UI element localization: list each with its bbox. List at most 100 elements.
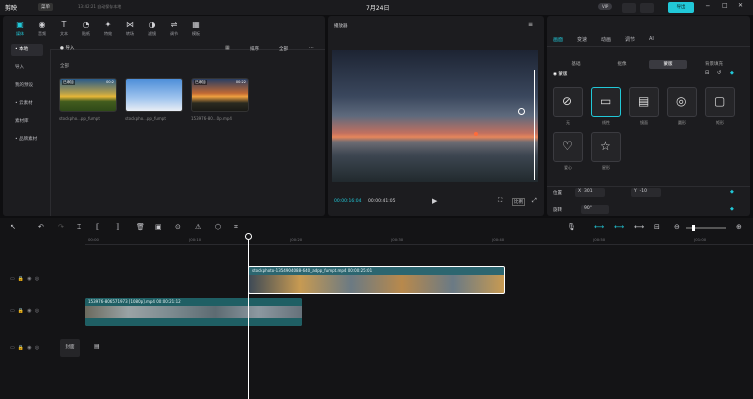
media-thumb-1[interactable]: 已添加 00:2 <box>59 78 117 112</box>
player-panel: 播放器 ≡ 00:00:16:04 00:00:41:05 ▶ ⛶ 比例 ⤢ <box>328 16 544 216</box>
undo-icon[interactable]: ↶ <box>38 223 44 231</box>
link-main-icon[interactable]: ⟷ <box>594 223 604 231</box>
track2-controls[interactable]: ▭ 🔒 ◉ ◎ <box>10 308 39 314</box>
minimize-icon[interactable]: ─ <box>706 3 710 10</box>
y-field[interactable]: Y -10 <box>631 188 661 197</box>
tool-3[interactable]: ◔ 贴纸 <box>75 19 97 45</box>
feedback-icon[interactable] <box>622 3 636 13</box>
play-button[interactable]: ▶ <box>432 197 437 205</box>
mask-option-6[interactable]: ☆ <box>591 132 621 162</box>
sidebar-item-5[interactable]: • 品牌素材 <box>11 134 43 146</box>
reverse-icon[interactable]: ⊙ <box>175 223 181 231</box>
delete-icon[interactable]: 🗑 <box>136 223 145 231</box>
mask-option-4[interactable]: ▢ <box>705 87 735 117</box>
zoom-out-icon[interactable]: ⊖ <box>674 223 680 231</box>
media-thumb-3[interactable]: 已添加 00:22 <box>191 78 249 112</box>
prop-tab-0[interactable]: 画面 <box>553 36 563 43</box>
keyframe-icon[interactable]: ◆ <box>730 70 734 76</box>
sort-button[interactable]: 排序 <box>250 46 259 52</box>
split-icon[interactable]: ⌶ <box>77 223 81 232</box>
trim-right-icon[interactable]: ⟧ <box>116 223 119 231</box>
x-field[interactable]: X 301 <box>575 188 605 197</box>
mask-option-2[interactable]: ▤ <box>629 87 659 117</box>
rotation-field[interactable]: 90° <box>581 205 609 214</box>
export-button[interactable]: 导出 <box>668 2 694 13</box>
sidebar-item-3[interactable]: • 云素材 <box>11 98 43 110</box>
sidebar-item-4[interactable]: 素材库 <box>11 116 43 128</box>
freeze-icon[interactable]: ▣ <box>155 223 162 231</box>
mask-option-3[interactable]: ◎ <box>667 87 697 117</box>
tool-4[interactable]: ✦ 特效 <box>97 19 119 45</box>
video-preview[interactable] <box>332 50 538 182</box>
tool-6[interactable]: ◑ 滤镜 <box>141 19 163 45</box>
crop-icon[interactable]: ⌗ <box>234 223 238 232</box>
fit-icon[interactable]: ⛶ <box>498 197 502 205</box>
playhead-handle[interactable] <box>245 233 252 240</box>
mask-option-5[interactable]: ♡ <box>553 132 583 162</box>
close-icon[interactable]: ✕ <box>738 2 743 9</box>
rotate-icon[interactable]: ⬡ <box>215 223 221 231</box>
fullscreen-icon[interactable]: ⤢ <box>532 197 537 205</box>
rotate-handle-icon[interactable] <box>518 108 525 115</box>
prop-subtab-3[interactable]: 背景填充 <box>695 60 733 69</box>
tool-label: 贴纸 <box>82 31 90 36</box>
prop-subtab-0[interactable]: 基础 <box>557 60 595 69</box>
rotation-keyframe-icon[interactable]: ◆ <box>730 206 734 212</box>
clip-main[interactable]: 153976-806571973 [1080p].mp4 00:00:21:12 <box>85 298 302 326</box>
sidebar-item-1[interactable]: 导入 <box>11 62 43 74</box>
filter-button[interactable]: 全部 <box>279 46 288 52</box>
tool-7[interactable]: ⇌ 调节 <box>163 19 185 45</box>
more-icon[interactable]: ⋯ <box>309 45 314 51</box>
prop-subtab-2[interactable]: 蒙版 <box>649 60 687 69</box>
mask-option-1[interactable]: ▭ <box>591 87 621 117</box>
select-tool-icon[interactable]: ↖ <box>10 223 16 231</box>
mask-shape-icon: ▢ <box>714 94 726 108</box>
preview-axis-icon[interactable]: ⊟ <box>654 223 660 231</box>
maximize-icon[interactable]: □ <box>722 2 728 9</box>
player-menu-icon[interactable]: ≡ <box>528 21 533 28</box>
prop-tab-2[interactable]: 动画 <box>601 36 611 43</box>
tool-5[interactable]: ⋈ 转场 <box>119 19 141 45</box>
prop-tab-1[interactable]: 变速 <box>577 36 587 43</box>
mic-icon[interactable]: 🎙 <box>567 223 576 231</box>
media-thumb-2[interactable] <box>125 78 183 112</box>
ratio-button[interactable]: 比例 <box>512 198 525 206</box>
project-title[interactable]: 7月24日 <box>366 3 389 12</box>
tool-1[interactable]: ◉ 音频 <box>31 19 53 45</box>
cover-icon[interactable]: ▤ <box>94 343 100 350</box>
import-button[interactable]: ● 导入 <box>60 45 74 51</box>
position-keyframe-icon[interactable]: ◆ <box>730 189 734 195</box>
sidebar-item-2[interactable]: 我的预设 <box>11 80 43 92</box>
tool-0[interactable]: ▣ 媒体 <box>9 19 31 45</box>
mirror-icon[interactable]: ⚠ <box>195 223 201 231</box>
reset-icon[interactable]: ↺ <box>717 70 721 76</box>
cover-button[interactable]: 封面 <box>60 339 80 357</box>
prop-tab-4[interactable]: AI <box>649 36 654 42</box>
zoom-in-icon[interactable]: ⊕ <box>736 223 742 231</box>
prop-tab-3[interactable]: 调节 <box>625 36 635 43</box>
playhead[interactable] <box>248 234 249 399</box>
mask-option-0[interactable]: ⊘ <box>553 87 583 117</box>
menu-button[interactable]: 菜单 <box>38 3 53 11</box>
sidebar-item-0[interactable]: • 本地 <box>11 44 43 56</box>
adjust-icon: ⇌ <box>170 20 178 29</box>
trim-left-icon[interactable]: ⟦ <box>96 223 99 231</box>
vip-badge[interactable]: VIP <box>598 3 613 10</box>
clip-overlay[interactable]: stockphoto-1354904088-640_adpp_fumpt.mp4… <box>248 266 505 294</box>
invert-icon[interactable]: ⊟ <box>705 70 709 76</box>
track3-controls[interactable]: ▭ 🔒 ◉ ◎ <box>10 345 39 351</box>
time-tick: 00:00 <box>88 237 99 242</box>
tool-label: 转场 <box>126 31 134 36</box>
tool-2[interactable]: T 文本 <box>53 19 75 45</box>
time-tick: |00:30 <box>391 237 404 242</box>
link-track-icon[interactable]: ⟷ <box>614 223 624 231</box>
view-toggle-icon[interactable]: ▦ <box>225 45 230 51</box>
prop-subtab-1[interactable]: 抠像 <box>603 60 641 69</box>
redo-icon[interactable]: ↷ <box>58 223 64 231</box>
track1-controls[interactable]: ▭ 🔒 ◉ ◎ <box>10 276 39 282</box>
zoom-slider[interactable] <box>686 225 726 231</box>
share-icon[interactable] <box>640 3 654 13</box>
tool-8[interactable]: ▦ 模板 <box>185 19 207 45</box>
link-audio-icon[interactable]: ⟷ <box>634 223 644 231</box>
mask-toggle[interactable]: ◉ 蒙版 <box>553 71 567 77</box>
